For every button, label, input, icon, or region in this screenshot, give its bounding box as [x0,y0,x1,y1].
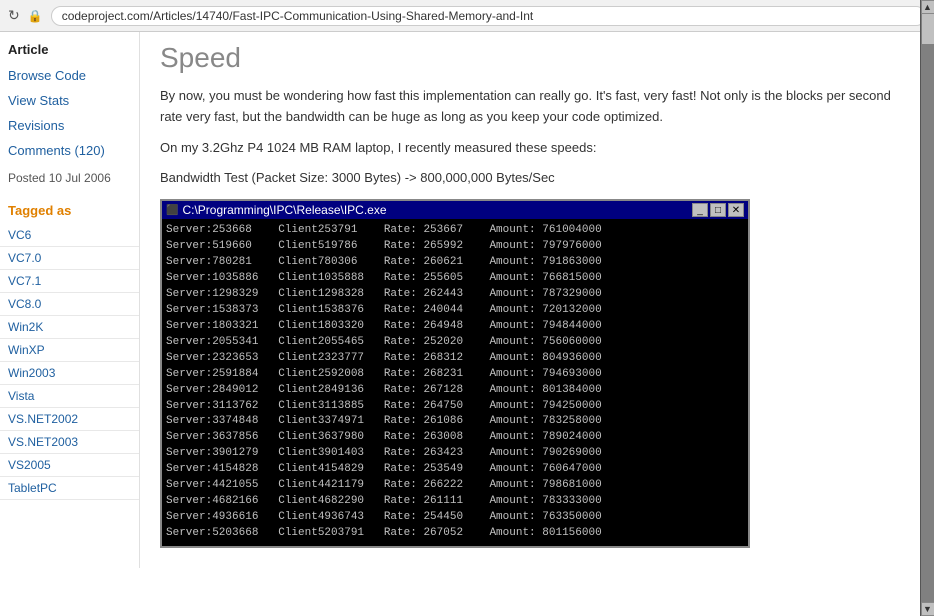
sidebar: Article Browse Code View Stats Revisions… [0,32,140,568]
restore-button[interactable]: □ [710,203,726,217]
console-titlebar: ⬛ C:\Programming\IPC\Release\IPC.exe _ □… [162,201,748,219]
scrollbar-thumb[interactable] [922,32,934,44]
sidebar-link-comments[interactable]: Comments (120) [0,138,139,163]
console-body-wrapper: Server:253668 Client253791 Rate: 253667 … [162,219,748,546]
tag-vc80[interactable]: VC8.0 [0,293,139,316]
tag-vsnet2002[interactable]: VS.NET2002 [0,408,139,431]
tag-vc71[interactable]: VC7.1 [0,270,139,293]
url-bar[interactable]: codeproject.com/Articles/14740/Fast-IPC-… [51,6,926,26]
sidebar-link-revisions[interactable]: Revisions [0,113,139,138]
scrollbar-track[interactable] [921,32,934,568]
console-window: ⬛ C:\Programming\IPC\Release\IPC.exe _ □… [160,199,750,548]
main-layout: Article Browse Code View Stats Revisions… [0,32,934,568]
tag-winxp[interactable]: WinXP [0,339,139,362]
bandwidth-text: Bandwidth Test (Packet Size: 3000 Bytes)… [160,168,914,189]
refresh-icon[interactable]: ↻ [8,7,20,24]
tagged-as-label: Tagged as [0,193,139,224]
paragraph-2: On my 3.2Ghz P4 1024 MB RAM laptop, I re… [160,138,914,159]
tag-vs2005[interactable]: VS2005 [0,454,139,477]
main-content: Speed By now, you must be wondering how … [140,32,934,568]
close-button[interactable]: ✕ [728,203,744,217]
console-output: Server:253668 Client253791 Rate: 253667 … [166,223,744,542]
article-section-title: Article [0,32,139,63]
tag-vsnet2003[interactable]: VS.NET2003 [0,431,139,454]
tag-vc6[interactable]: VC6 [0,224,139,247]
minimize-button[interactable]: _ [692,203,708,217]
page-heading: Speed [160,42,914,74]
tag-win2003[interactable]: Win2003 [0,362,139,385]
paragraph-1: By now, you must be wondering how fast t… [160,86,914,128]
lock-icon: 🔒 [28,9,43,23]
console-titlebar-buttons: _ □ ✕ [692,203,744,217]
console-scrollbar[interactable]: ▲ ▼ [920,32,934,568]
content-body: By now, you must be wondering how fast t… [160,86,914,189]
sidebar-link-browse-code[interactable]: Browse Code [0,63,139,88]
console-body: Server:253668 Client253791 Rate: 253667 … [162,219,748,546]
sidebar-posted: Posted 10 Jul 2006 [0,163,139,193]
tag-vista[interactable]: Vista [0,385,139,408]
console-title: C:\Programming\IPC\Release\IPC.exe [182,203,386,217]
console-cmd-icon: ⬛ [166,205,178,216]
tag-win2k[interactable]: Win2K [0,316,139,339]
sidebar-link-view-stats[interactable]: View Stats [0,88,139,113]
tag-tabletpc[interactable]: TabletPC [0,477,139,500]
console-titlebar-left: ⬛ C:\Programming\IPC\Release\IPC.exe [166,203,387,217]
browser-bar: ↻ 🔒 codeproject.com/Articles/14740/Fast-… [0,0,934,32]
tag-vc70[interactable]: VC7.0 [0,247,139,270]
